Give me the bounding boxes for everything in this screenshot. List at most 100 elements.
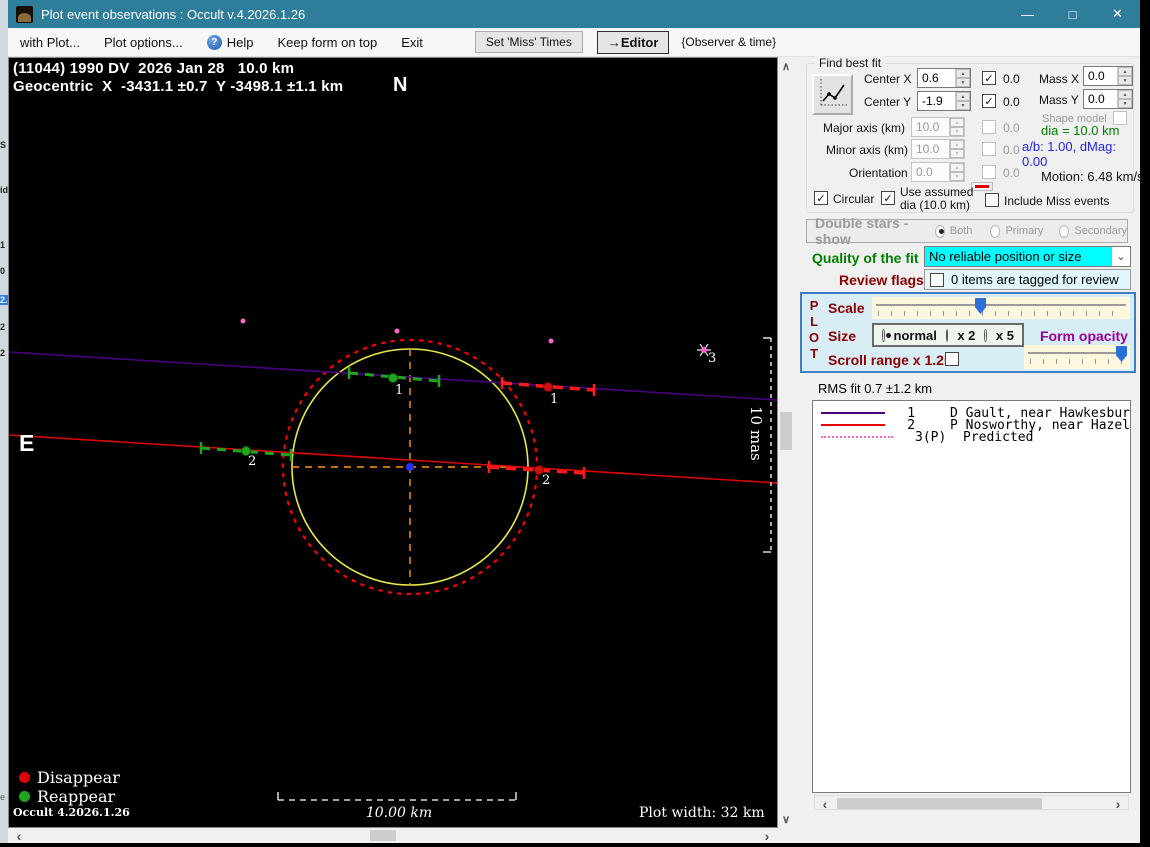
double-secondary-radio[interactable] (1059, 224, 1070, 238)
observer-row-3[interactable]: 3(P) Predicted (813, 430, 1130, 445)
line-color-swatch[interactable] (971, 182, 993, 191)
plot-canvas[interactable]: 1 1 2 2 3 (11044) 1990 DV 2026 Jan 28 10… (8, 57, 778, 828)
menu-help[interactable]: ? Help (195, 28, 266, 56)
scroll-right-icon[interactable]: › (1111, 796, 1125, 812)
scroll-right-icon[interactable]: › (760, 828, 774, 844)
menu-with-plot[interactable]: with Plot... (8, 28, 92, 56)
center-y-checkbox[interactable]: ✓ (982, 94, 996, 108)
plot-legend: Disappear Reappear (19, 768, 120, 806)
close-icon[interactable]: ✕ (1095, 0, 1140, 28)
horizontal-scroll-thumb[interactable] (370, 830, 396, 841)
set-miss-times-button[interactable]: Set 'Miss' Times (474, 31, 583, 53)
disappear-dot-icon (19, 772, 30, 783)
predicted-chord-dots (240, 318, 554, 344)
maximize-icon[interactable]: □ (1050, 0, 1095, 28)
spin-down-icon[interactable]: ▼ (956, 101, 970, 110)
title-bar[interactable]: Plot event observations : Occult v.4.202… (8, 0, 1140, 28)
review-flags-label: Review flags (839, 272, 924, 288)
scroll-left-icon[interactable]: ‹ (12, 828, 26, 844)
size-normal-radio[interactable] (882, 328, 890, 342)
red-line-icon (975, 185, 989, 188)
plot-vertical-scrollbar[interactable]: ∧ ∨ (778, 57, 794, 828)
spin-down-icon[interactable]: ▼ (1118, 76, 1132, 85)
chord-1-label-left: 1 (395, 383, 403, 398)
spin-down-icon[interactable]: ▼ (1118, 99, 1132, 108)
scale-label: Scale (828, 300, 865, 316)
list-horizontal-scrollbar[interactable]: ‹ › (814, 795, 1129, 812)
mass-x-input[interactable]: 0.0 ▲ ▼ (1083, 66, 1133, 86)
observer-list[interactable]: 1 D Gault, near Hawkesbur 2 P Nosworthy,… (812, 400, 1131, 793)
include-miss-checkbox[interactable] (985, 193, 999, 207)
help-icon: ? (206, 34, 222, 50)
chord-2-line-sample (821, 424, 886, 426)
chord-2-line (9, 434, 777, 484)
menu-keep-form-on-top[interactable]: Keep form on top (266, 28, 390, 56)
plot-horizontal-scrollbar[interactable]: ‹ › (8, 828, 778, 844)
chord-1-reappear-marker (388, 373, 398, 383)
orientation-input[interactable]: 0.0 ▲ ▼ (911, 162, 965, 182)
size-x5-radio[interactable] (984, 328, 987, 342)
include-miss-label: Include Miss events (1004, 194, 1110, 208)
double-stars-title: Double stars - show (815, 215, 909, 247)
spin-up-icon[interactable]: ▲ (1118, 90, 1132, 99)
review-flags-checkbox[interactable] (930, 272, 944, 287)
editor-button[interactable]: →Editor (596, 30, 670, 54)
form-opacity-slider[interactable] (1024, 345, 1130, 369)
center-point (406, 463, 414, 471)
mass-y-input[interactable]: 0.0 ▲ ▼ (1083, 89, 1133, 109)
center-x-error: 0.0 (1003, 72, 1020, 86)
spin-down-icon[interactable]: ▼ (956, 78, 970, 87)
size-label: Size (828, 328, 857, 344)
scale-bar (277, 792, 517, 801)
center-x-checkbox[interactable]: ✓ (982, 71, 996, 85)
menu-exit[interactable]: Exit (389, 28, 435, 56)
scroll-down-icon[interactable]: ∨ (778, 812, 794, 826)
spin-up-icon[interactable]: ▲ (956, 92, 970, 101)
minor-axis-input[interactable]: 10.0 ▲ ▼ (911, 139, 965, 159)
spin-up-icon[interactable]: ▲ (956, 69, 970, 78)
east-label: E (19, 430, 35, 456)
center-y-label: Center Y (864, 95, 912, 109)
size-x2-radio[interactable] (945, 328, 949, 342)
legend-disappear: Disappear (19, 768, 120, 787)
menu-plot-options[interactable]: Plot options... (92, 28, 195, 56)
chord-3-line-sample (821, 436, 893, 438)
vertical-scroll-thumb[interactable] (780, 412, 792, 450)
chord-3-label: 3 (708, 351, 716, 366)
mass-x-label: Mass X (1039, 72, 1080, 86)
orientation-checkbox[interactable] (982, 165, 996, 179)
use-assumed-label-1: Use assumed (900, 185, 974, 199)
scale-slider[interactable] (872, 297, 1130, 319)
north-label: N (393, 74, 408, 96)
major-axis-checkbox[interactable] (982, 120, 996, 134)
window-title: Plot event observations : Occult v.4.202… (41, 6, 306, 22)
best-fit-button[interactable] (812, 74, 853, 115)
plot-width-label: Plot width: 32 km (639, 805, 765, 821)
use-assumed-checkbox[interactable]: ✓ (881, 191, 895, 205)
center-y-input[interactable]: -1.9 ▲ ▼ (917, 91, 971, 111)
quality-dropdown[interactable]: No reliable position or size ⌄ (924, 246, 1131, 267)
minor-axis-checkbox[interactable] (982, 142, 996, 156)
center-x-input[interactable]: 0.6 ▲ ▼ (917, 68, 971, 88)
major-axis-input[interactable]: 10.0 ▲ ▼ (911, 117, 965, 137)
background-window-sliver: S id 1 0 2. 2 2 e (0, 0, 8, 843)
center-x-label: Center X (864, 72, 912, 86)
minor-axis-label: Minor axis (km) (826, 143, 909, 157)
rms-fit-text: RMS fit 0.7 ±1.2 km (818, 381, 933, 396)
circular-checkbox[interactable]: ✓ (814, 191, 828, 205)
scroll-up-icon[interactable]: ∧ (778, 59, 794, 73)
scroll-range-checkbox[interactable] (945, 352, 959, 366)
major-axis-label: Major axis (km) (823, 121, 906, 135)
mas-ruler-label: 10 mas (747, 406, 765, 461)
spin-up-icon[interactable]: ▲ (1118, 67, 1132, 76)
double-primary-radio[interactable] (990, 224, 1001, 238)
double-both-radio[interactable] (934, 224, 945, 238)
list-scroll-thumb[interactable] (837, 798, 1042, 809)
diameter-text: dia = 10.0 km (1041, 123, 1120, 138)
scroll-left-icon[interactable]: ‹ (818, 796, 832, 812)
plot-title-line1: (11044) 1990 DV 2026 Jan 28 10.0 km (13, 60, 295, 77)
size-radio-group: normal x 2 x 5 (872, 323, 1024, 347)
minimize-icon[interactable]: — (1005, 0, 1050, 28)
minor-axis-error: 0.0 (1003, 143, 1020, 157)
menu-bar: with Plot... Plot options... ? Help Keep… (8, 28, 1140, 57)
